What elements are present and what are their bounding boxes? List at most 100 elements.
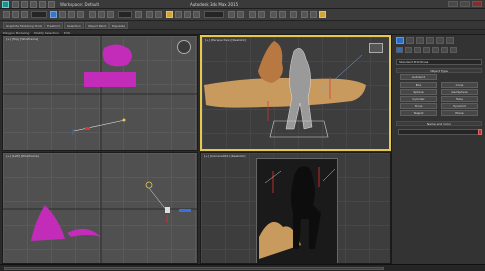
- top-light-icon[interactable]: [122, 118, 126, 122]
- rock-formation[interactable]: [258, 41, 283, 83]
- viewport-top-label[interactable]: [+] [Top] [Wireframe]: [6, 37, 38, 41]
- left-magenta-wing[interactable]: [67, 228, 101, 237]
- object-type-header[interactable]: Object Type: [396, 68, 482, 73]
- hierarchy-tab-icon[interactable]: [416, 37, 424, 44]
- material-editor-icon[interactable]: [290, 11, 297, 18]
- tab-selection[interactable]: Selection: [64, 22, 84, 29]
- camera-character-silhouette[interactable]: [291, 166, 321, 249]
- utilities-tab-icon[interactable]: [446, 37, 454, 44]
- viewport-top[interactable]: [+] [Top] [Wireframe]: [2, 35, 198, 151]
- time-slider[interactable]: [4, 267, 384, 270]
- helpers-icon[interactable]: [432, 47, 439, 53]
- create-tab-icon[interactable]: [396, 37, 404, 44]
- geometry-icon[interactable]: [396, 47, 403, 53]
- app-menu-icon[interactable]: [2, 1, 9, 8]
- shapes-icon[interactable]: [405, 47, 412, 53]
- motion-tab-icon[interactable]: [426, 37, 434, 44]
- left-magenta-cone[interactable]: [31, 205, 65, 241]
- tab-graphite-modeling[interactable]: Graphite Modeling Tools: [3, 22, 46, 29]
- curve-editor-icon[interactable]: [270, 11, 277, 18]
- modify-tab-icon[interactable]: [406, 37, 414, 44]
- name-color-header[interactable]: Name and Color: [396, 121, 482, 126]
- lights-icon[interactable]: [414, 47, 421, 53]
- main-toolbar: [0, 9, 485, 21]
- layer-manager-icon[interactable]: [249, 11, 256, 18]
- object-name-field[interactable]: [398, 129, 480, 135]
- viewport-perspective[interactable]: [+] [Perspective] [Realistic]: [200, 35, 391, 151]
- select-by-name-icon[interactable]: [59, 11, 66, 18]
- open-file-icon[interactable]: [21, 1, 28, 8]
- geosphere-button[interactable]: GeoSphere: [441, 89, 478, 95]
- select-object-icon[interactable]: [50, 11, 57, 18]
- save-file-icon[interactable]: [30, 1, 37, 8]
- percent-snap-icon[interactable]: [184, 11, 191, 18]
- cameras-icon[interactable]: [423, 47, 430, 53]
- selection-filter-dropdown[interactable]: [31, 11, 47, 18]
- left-light-icon[interactable]: [145, 181, 153, 189]
- select-manipulate-icon[interactable]: [146, 11, 153, 18]
- named-selection-dropdown[interactable]: [204, 11, 224, 18]
- sand-ground[interactable]: [204, 77, 366, 108]
- viewport-camera-label[interactable]: [+] [Camera001] [Realistic]: [204, 154, 245, 158]
- keyboard-shortcut-icon[interactable]: [155, 11, 162, 18]
- teapot-button[interactable]: Teapot: [400, 110, 437, 116]
- rotate-icon[interactable]: [98, 11, 105, 18]
- scale-icon[interactable]: [107, 11, 114, 18]
- close-icon[interactable]: [472, 1, 482, 7]
- systems-icon[interactable]: [450, 47, 457, 53]
- spinner-snap-icon[interactable]: [193, 11, 200, 18]
- viewcube-icon[interactable]: [369, 43, 383, 53]
- tube-button[interactable]: Tube: [441, 96, 478, 102]
- rectangle-selection-icon[interactable]: [68, 11, 75, 18]
- plane-button[interactable]: Plane: [441, 110, 478, 116]
- cone-button[interactable]: Cone: [441, 82, 478, 88]
- rendered-frame-icon[interactable]: [310, 11, 317, 18]
- command-panel-tabs: [396, 37, 482, 44]
- torus-button[interactable]: Torus: [400, 103, 437, 109]
- viewport-left-label[interactable]: [+] [Left] [Wireframe]: [6, 154, 39, 158]
- viewcube-icon[interactable]: [177, 40, 191, 54]
- pivot-center-icon[interactable]: [135, 11, 142, 18]
- workspace-label[interactable]: Workspace: Default: [60, 2, 99, 7]
- tab-object-paint[interactable]: Object Paint: [85, 22, 110, 29]
- snap-toggle-icon[interactable]: [166, 11, 173, 18]
- redo-toolbar-icon[interactable]: [12, 11, 19, 18]
- graphite-toggle-icon[interactable]: [258, 11, 265, 18]
- align-icon[interactable]: [237, 11, 244, 18]
- minimize-icon[interactable]: [448, 1, 458, 7]
- top-magenta-shape[interactable]: [102, 44, 132, 67]
- perspective-scene: [204, 41, 366, 138]
- primitive-type-dropdown[interactable]: Standard Primitives: [396, 59, 482, 65]
- left-camera-icon[interactable]: [165, 207, 170, 213]
- new-file-icon[interactable]: [12, 1, 19, 8]
- space-warps-icon[interactable]: [441, 47, 448, 53]
- render-production-icon[interactable]: [319, 11, 326, 18]
- cylinder-button[interactable]: Cylinder: [400, 96, 437, 102]
- redo-icon[interactable]: [48, 1, 55, 8]
- mirror-icon[interactable]: [228, 11, 235, 18]
- maximize-icon[interactable]: [460, 1, 470, 7]
- viewport-camera[interactable]: [+] [Camera001] [Realistic]: [200, 152, 391, 264]
- undo-icon[interactable]: [39, 1, 46, 8]
- object-color-swatch[interactable]: [478, 129, 482, 135]
- link-icon[interactable]: [21, 11, 28, 18]
- box-button[interactable]: Box: [400, 82, 437, 88]
- top-magenta-box[interactable]: [84, 72, 136, 87]
- window-crossing-icon[interactable]: [77, 11, 84, 18]
- angle-snap-icon[interactable]: [175, 11, 182, 18]
- top-camera-icon[interactable]: [85, 127, 90, 130]
- pyramid-button[interactable]: Pyramid: [441, 103, 478, 109]
- tab-freeform[interactable]: Freeform: [44, 22, 64, 29]
- box-button[interactable]: AutoGrid: [400, 74, 437, 80]
- tab-populate[interactable]: Populate: [109, 22, 129, 29]
- character-model[interactable]: [285, 48, 313, 130]
- schematic-view-icon[interactable]: [279, 11, 286, 18]
- move-icon[interactable]: [89, 11, 96, 18]
- render-setup-icon[interactable]: [301, 11, 308, 18]
- reference-coordinate-dropdown[interactable]: [118, 11, 132, 18]
- undo-toolbar-icon[interactable]: [3, 11, 10, 18]
- display-tab-icon[interactable]: [436, 37, 444, 44]
- viewport-left[interactable]: [+] [Left] [Wireframe]: [2, 152, 198, 264]
- viewport-perspective-label[interactable]: [+] [Perspective] [Realistic]: [205, 38, 246, 42]
- sphere-button[interactable]: Sphere: [400, 89, 437, 95]
